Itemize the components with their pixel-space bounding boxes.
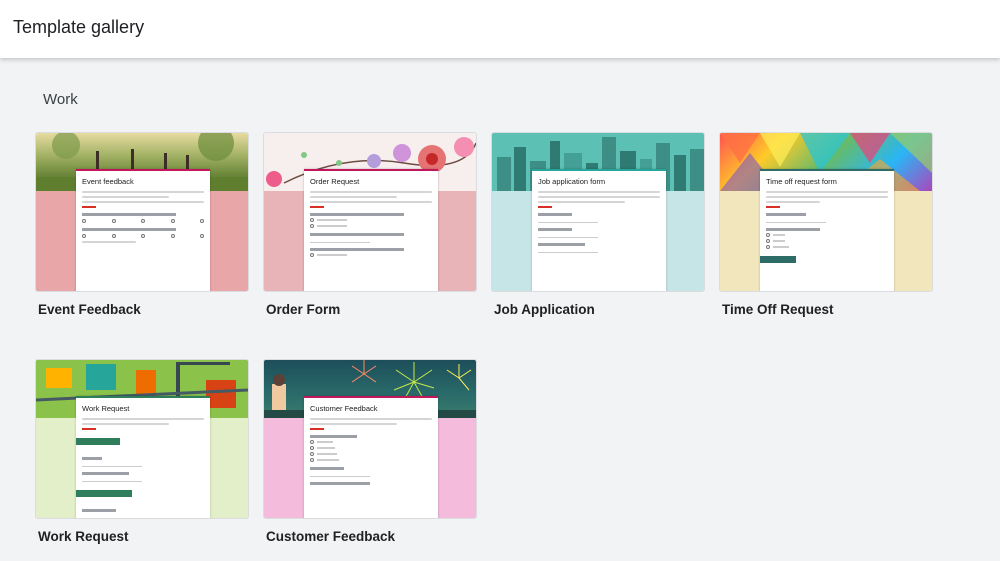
template-card-work-request[interactable]: Work Request Work Request	[35, 359, 249, 544]
page-title: Template gallery	[13, 17, 145, 37]
form-preview: Order Request	[304, 169, 438, 291]
template-thumbnail-customer-feedback[interactable]: Customer Feedback	[263, 359, 477, 519]
template-thumbnail-work-request[interactable]: Work Request	[35, 359, 249, 519]
section-title-work: Work	[43, 91, 78, 108]
template-card-event-feedback[interactable]: Event feedback Event Feedback	[35, 132, 249, 317]
template-thumbnail-order-form[interactable]: Order Request	[263, 132, 477, 292]
form-title: Time off request form	[766, 177, 837, 186]
form-preview: Event feedback	[76, 169, 210, 291]
template-card-order-form[interactable]: Order Request Order Form	[263, 132, 477, 317]
template-name[interactable]: Job Application	[494, 302, 595, 317]
form-preview: Work Request	[76, 396, 210, 518]
template-thumbnail-event-feedback[interactable]: Event feedback	[35, 132, 249, 292]
template-name[interactable]: Time Off Request	[722, 302, 834, 317]
template-name[interactable]: Event Feedback	[38, 302, 141, 317]
form-preview: Customer Feedback	[304, 396, 438, 518]
template-name[interactable]: Customer Feedback	[266, 529, 395, 544]
template-thumbnail-time-off-request[interactable]: Time off request form	[719, 132, 933, 292]
form-title: Job application form	[538, 177, 606, 186]
form-title: Order Request	[310, 177, 360, 186]
template-name[interactable]: Order Form	[266, 302, 340, 317]
form-title: Event feedback	[82, 177, 134, 186]
template-card-time-off-request[interactable]: Time off request form Time Off Request	[719, 132, 933, 317]
form-title: Customer Feedback	[310, 404, 378, 413]
template-thumbnail-job-application[interactable]: Job application form	[491, 132, 705, 292]
template-name[interactable]: Work Request	[38, 529, 129, 544]
form-title: Work Request	[82, 404, 130, 413]
form-preview: Job application form	[532, 169, 666, 291]
form-preview: Time off request form	[760, 169, 894, 291]
template-card-job-application[interactable]: Job application form Job Application	[491, 132, 705, 317]
top-bar: Template gallery	[0, 0, 1000, 58]
template-card-customer-feedback[interactable]: Customer Feedback Customer Feedback	[263, 359, 477, 544]
